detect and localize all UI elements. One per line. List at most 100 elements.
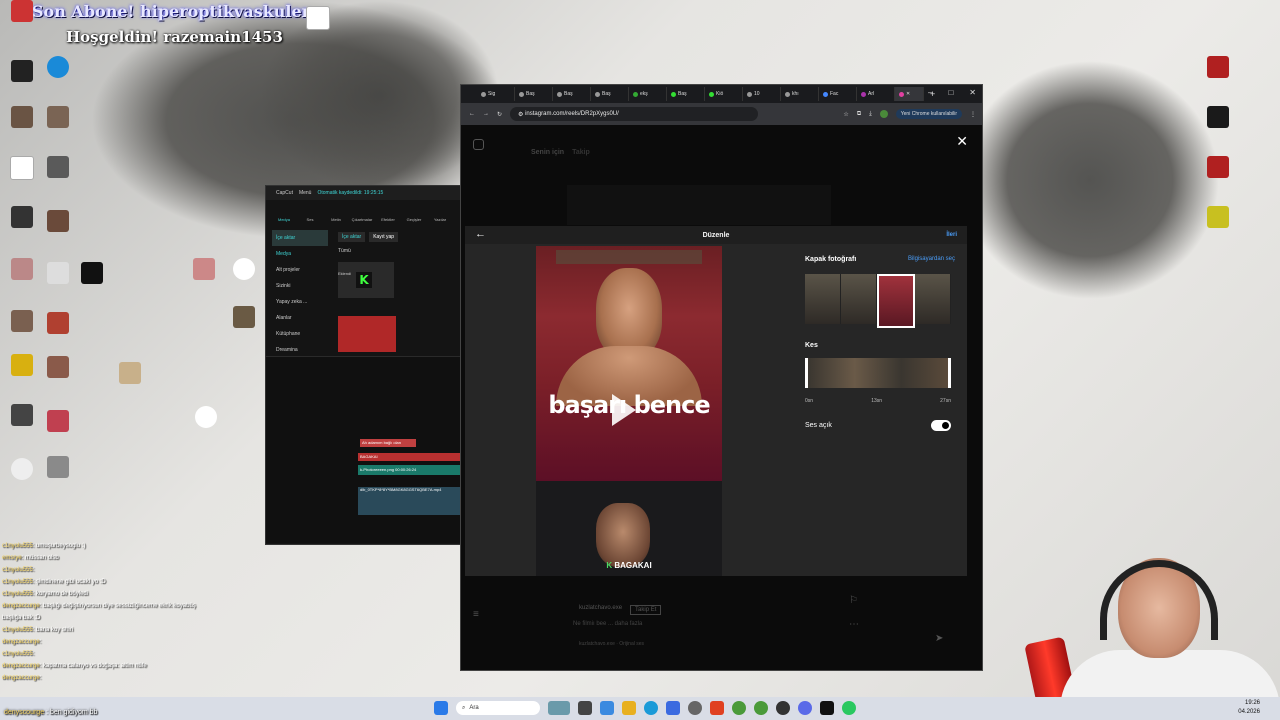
post-author[interactable]: kuzlatchavo.exe bbox=[579, 605, 622, 615]
sidebar-item-ai[interactable]: Yapay zeka ... bbox=[272, 294, 328, 310]
track-text-1[interactable]: Ah adamım bağlı olan bbox=[360, 439, 416, 447]
url-field[interactable]: ⚙ instagram.com/reels/DR2pXygs0U/ bbox=[510, 107, 759, 121]
bookmark-icon[interactable]: ⚐ bbox=[849, 595, 858, 606]
media-clip-2[interactable] bbox=[338, 316, 396, 352]
desktop-icon[interactable] bbox=[182, 258, 226, 282]
tab-for-you[interactable]: Senin için bbox=[531, 149, 564, 156]
play-icon[interactable] bbox=[612, 394, 636, 426]
desktop-icon[interactable] bbox=[1196, 106, 1240, 130]
extensions-icon[interactable]: ⧉ bbox=[857, 111, 861, 118]
desktop-icon[interactable] bbox=[1196, 206, 1240, 230]
media-filter-all[interactable]: Tümü bbox=[338, 248, 351, 254]
cover-thumb[interactable] bbox=[805, 274, 841, 324]
sidebar-item-library[interactable]: Kütüphane bbox=[272, 326, 328, 342]
tab-2[interactable]: Baş bbox=[515, 87, 553, 101]
track-text-2[interactable]: BAGAKAI bbox=[358, 453, 460, 461]
settings-icon[interactable] bbox=[688, 701, 702, 715]
whatsapp-icon[interactable] bbox=[842, 701, 856, 715]
maximize-icon[interactable]: □ bbox=[948, 88, 953, 97]
cover-thumb[interactable] bbox=[840, 274, 877, 324]
sidebar-item-subprojects[interactable]: Alt projeler bbox=[272, 262, 328, 278]
capcut-icon[interactable] bbox=[820, 701, 834, 715]
sidebar-item-import[interactable]: İçe aktar bbox=[272, 230, 328, 246]
chrome-active-icon[interactable] bbox=[754, 701, 768, 715]
sidebar-item-spaces[interactable]: Alanlar bbox=[272, 310, 328, 326]
desktop-icon[interactable] bbox=[1196, 156, 1240, 180]
sidebar-item-media[interactable]: Medya bbox=[272, 246, 328, 262]
desktop-icon[interactable] bbox=[36, 356, 80, 380]
chrome-update-button[interactable]: Yeni Chrome kullanılabilir bbox=[895, 109, 962, 119]
desktop-icon[interactable] bbox=[108, 362, 152, 386]
cover-thumbnails[interactable] bbox=[805, 274, 951, 328]
tab-7[interactable]: Kiö bbox=[705, 87, 743, 101]
tab-instagram[interactable]: ✕ bbox=[895, 87, 924, 101]
tab-9[interactable]: khı bbox=[781, 87, 819, 101]
desktop-icon[interactable] bbox=[36, 312, 80, 336]
tab-11[interactable]: Arl bbox=[857, 87, 895, 101]
tab-4[interactable]: Baş bbox=[591, 87, 629, 101]
desktop-icon[interactable] bbox=[36, 410, 80, 434]
bookmark-star-icon[interactable]: ☆ bbox=[843, 111, 848, 118]
post-audio[interactable]: kuzlatchavo.exe · Orijinal ses bbox=[579, 641, 644, 647]
chrome-icon[interactable] bbox=[732, 701, 746, 715]
audio-toggle[interactable] bbox=[931, 420, 951, 431]
track-video[interactable]: dlb_0TKP*8*8Y*BM8GK8GGST6QBE7A.mp4 bbox=[358, 487, 462, 515]
reload-icon[interactable]: ↻ bbox=[497, 111, 502, 118]
menu-icon[interactable]: ≡ bbox=[473, 609, 479, 620]
brave-icon[interactable] bbox=[710, 701, 724, 715]
video-preview[interactable]: başarı bence K BAGAKAI bbox=[536, 246, 722, 576]
tab-close-icon[interactable]: ✕ bbox=[906, 91, 910, 97]
trim-slider[interactable] bbox=[805, 358, 951, 388]
follow-button[interactable]: Takip Et bbox=[630, 605, 662, 615]
copilot-icon[interactable] bbox=[600, 701, 614, 715]
modal-close-icon[interactable]: ✕ bbox=[956, 133, 968, 150]
back-arrow-icon[interactable]: ← bbox=[475, 228, 486, 240]
tab-1[interactable]: Sig bbox=[477, 87, 515, 101]
task-view-icon[interactable] bbox=[578, 701, 592, 715]
site-info-icon[interactable]: ⚙ bbox=[518, 111, 523, 118]
taskbar-clock[interactable]: 19:26 04.2026 bbox=[1238, 699, 1260, 717]
chrome-menu-icon[interactable]: ⋮ bbox=[970, 111, 982, 118]
import-button[interactable]: İçe aktar bbox=[338, 232, 366, 242]
tool-transitions[interactable]: Geçişler bbox=[402, 217, 426, 222]
tool-effects[interactable]: Efektler bbox=[376, 217, 400, 222]
store-icon[interactable] bbox=[666, 701, 680, 715]
discord-icon[interactable] bbox=[798, 701, 812, 715]
desktop-icon[interactable] bbox=[36, 156, 80, 180]
next-button[interactable]: İleri bbox=[946, 232, 957, 238]
taskbar-search[interactable]: ⌕ Ara bbox=[456, 701, 540, 715]
desktop-icon[interactable] bbox=[36, 56, 80, 80]
obs-icon[interactable] bbox=[776, 701, 790, 715]
file-explorer-icon[interactable] bbox=[622, 701, 636, 715]
desktop-icon[interactable] bbox=[296, 6, 340, 32]
desktop-icon[interactable] bbox=[1196, 56, 1240, 80]
download-icon[interactable]: ⤓ bbox=[869, 111, 872, 118]
record-button[interactable]: Kayıt yap bbox=[369, 232, 399, 242]
desktop-icon[interactable] bbox=[36, 210, 80, 234]
close-window-icon[interactable]: ✕ bbox=[969, 88, 976, 97]
sidebar-item-yours[interactable]: Sizinki bbox=[272, 278, 328, 294]
tool-captions[interactable]: Yazılar bbox=[428, 217, 452, 222]
edge-icon[interactable] bbox=[644, 701, 658, 715]
minimize-icon[interactable]: – bbox=[928, 88, 932, 97]
tool-media[interactable]: Medya bbox=[272, 217, 296, 222]
more-icon[interactable]: ⋯ bbox=[849, 619, 859, 630]
desktop-icon[interactable] bbox=[0, 0, 44, 24]
select-from-computer-link[interactable]: Bilgisayardan seç bbox=[908, 256, 955, 263]
tab-3[interactable]: Baş bbox=[553, 87, 591, 101]
instagram-logo-icon[interactable] bbox=[473, 139, 484, 150]
media-clip[interactable]: Eklendi K bbox=[338, 262, 394, 298]
tab-10[interactable]: Fac bbox=[819, 87, 857, 101]
desktop-icon[interactable] bbox=[184, 406, 228, 430]
desktop-icon[interactable] bbox=[222, 258, 266, 282]
desktop-icon[interactable] bbox=[70, 262, 114, 286]
capcut-timeline[interactable]: Ah adamım bağlı olan BAGAKAI k-Photoreee… bbox=[266, 356, 462, 543]
tab-8[interactable]: 10 bbox=[743, 87, 781, 101]
tool-text[interactable]: Metin bbox=[324, 217, 348, 222]
back-icon[interactable]: ← bbox=[469, 111, 475, 117]
cover-thumb-selected[interactable] bbox=[876, 274, 916, 328]
desktop-icon[interactable] bbox=[36, 456, 80, 480]
share-icon[interactable]: ➤ bbox=[935, 633, 943, 644]
cover-thumb[interactable] bbox=[915, 274, 951, 324]
tab-following[interactable]: Takip bbox=[572, 149, 590, 156]
